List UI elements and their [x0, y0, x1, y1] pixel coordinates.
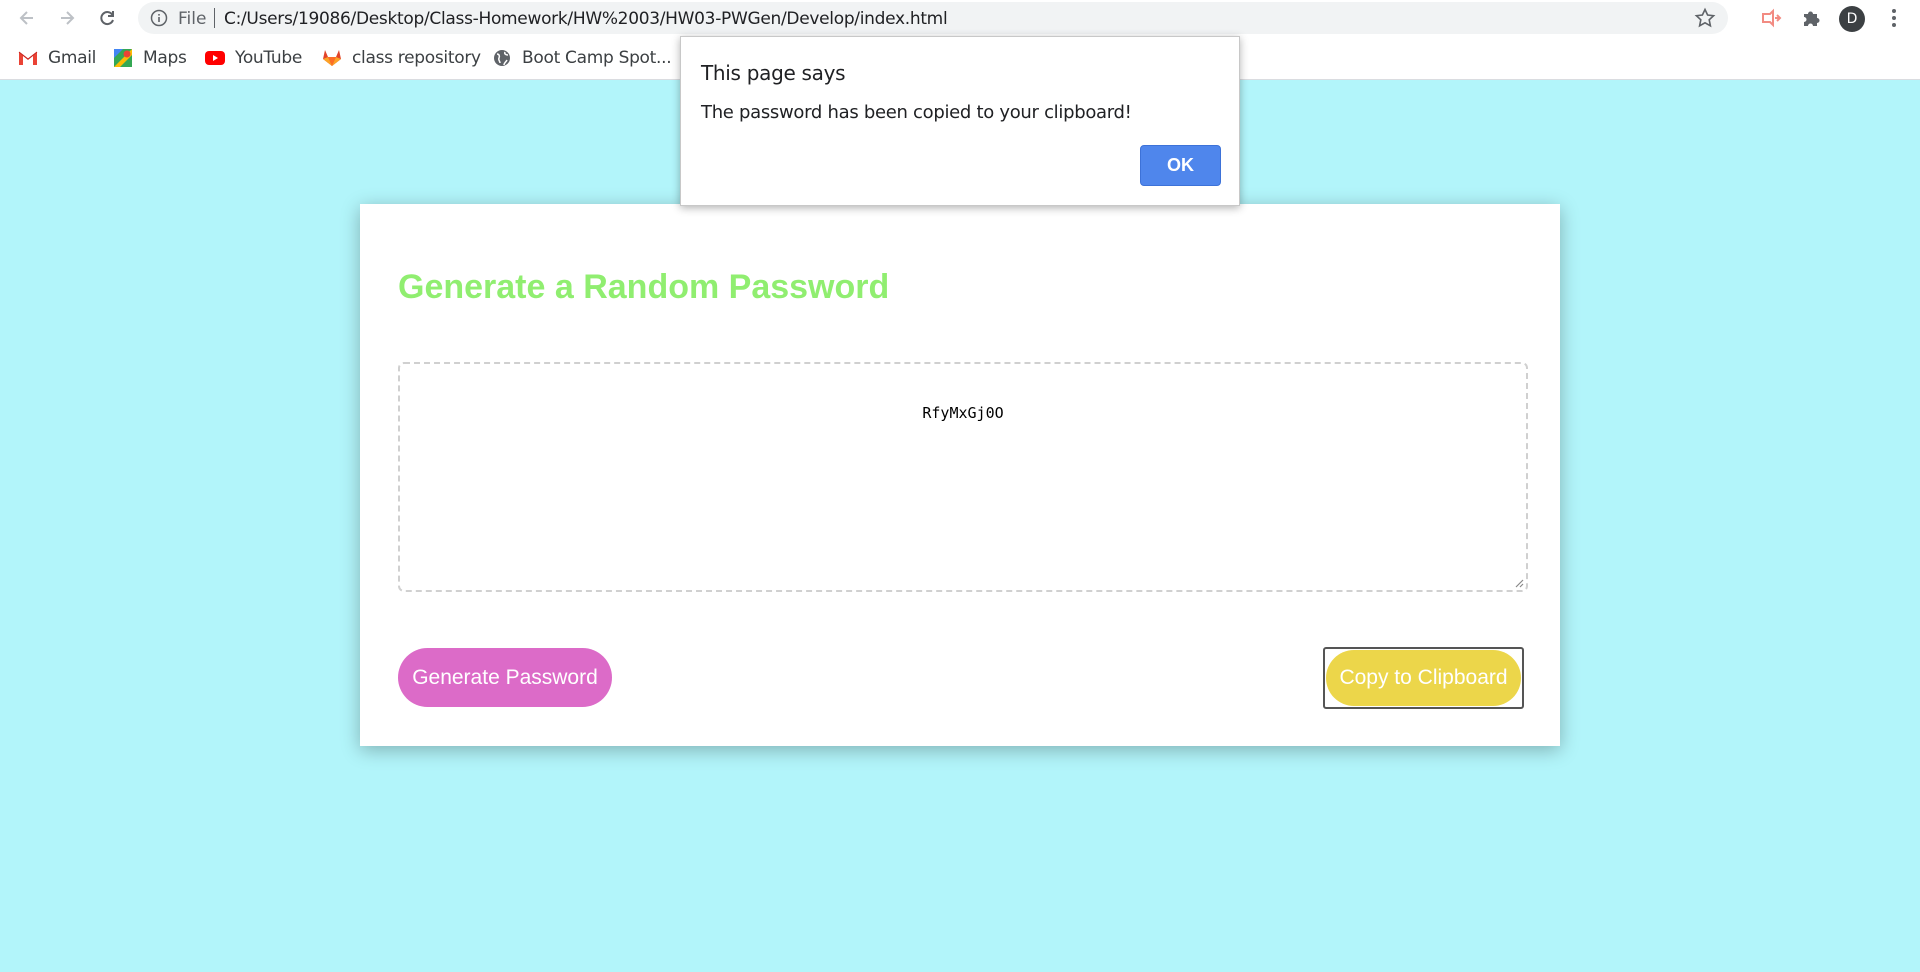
browser-menu-button[interactable]	[1880, 4, 1908, 32]
bookmark-label: Gmail	[48, 48, 97, 68]
url-separator	[214, 8, 215, 28]
password-value: RfyMxGj0O	[922, 404, 1004, 422]
info-icon[interactable]	[150, 9, 168, 27]
maps-icon	[113, 48, 133, 68]
browser-toolbar: File C:/Users/19086/Desktop/Class-Homewo…	[0, 0, 1920, 36]
copy-to-clipboard-button[interactable]: Copy to Clipboard	[1326, 650, 1521, 706]
gmail-icon	[18, 48, 38, 68]
puzzle-icon	[1804, 11, 1820, 26]
bookmark-gmail[interactable]: Gmail	[18, 45, 96, 71]
dialog-title: This page says	[701, 61, 846, 85]
reload-button[interactable]	[93, 4, 121, 32]
bookmark-maps[interactable]: Maps	[113, 45, 187, 71]
globe-icon	[492, 48, 512, 68]
bookmark-boot-camp-spot[interactable]: Boot Camp Spot...	[492, 45, 672, 71]
url-text[interactable]: C:/Users/19086/Desktop/Class-Homework/HW…	[224, 9, 948, 29]
generate-password-button[interactable]: Generate Password	[398, 648, 612, 707]
youtube-icon	[205, 48, 225, 68]
extension-button[interactable]	[1757, 4, 1785, 32]
page-title: Generate a Random Password	[398, 268, 890, 306]
address-bar[interactable]: File C:/Users/19086/Desktop/Class-Homewo…	[138, 2, 1728, 34]
bookmark-label: YouTube	[235, 48, 303, 68]
bookmark-label: Maps	[143, 48, 187, 68]
extensions-menu-button[interactable]	[1797, 4, 1825, 32]
back-button[interactable]	[13, 4, 41, 32]
profile-avatar[interactable]: D	[1839, 6, 1865, 32]
bookmark-class-repository[interactable]: class repository	[322, 45, 481, 71]
resize-handle-icon[interactable]	[1514, 578, 1524, 588]
reload-icon	[100, 11, 114, 26]
copy-button-focus-ring: Copy to Clipboard	[1323, 647, 1524, 709]
forward-arrow-icon	[61, 11, 75, 25]
bookmark-label: class repository	[352, 48, 481, 68]
bookmark-label: Boot Camp Spot...	[522, 48, 672, 68]
extension-icon	[1762, 8, 1782, 28]
password-textarea[interactable]: RfyMxGj0O	[398, 362, 1528, 592]
bookmark-youtube[interactable]: YouTube	[205, 45, 302, 71]
kebab-menu-icon	[1892, 9, 1896, 27]
bookmark-star-icon[interactable]	[1694, 7, 1716, 29]
dialog-ok-button[interactable]: OK	[1140, 145, 1221, 186]
dialog-message: The password has been copied to your cli…	[701, 102, 1132, 123]
url-scheme: File	[178, 9, 207, 29]
password-card: Generate a Random Password RfyMxGj0O Gen…	[360, 204, 1560, 746]
forward-button[interactable]	[53, 4, 81, 32]
alert-dialog: This page says The password has been cop…	[680, 36, 1240, 206]
back-arrow-icon	[19, 11, 33, 25]
gitlab-icon	[322, 48, 342, 68]
